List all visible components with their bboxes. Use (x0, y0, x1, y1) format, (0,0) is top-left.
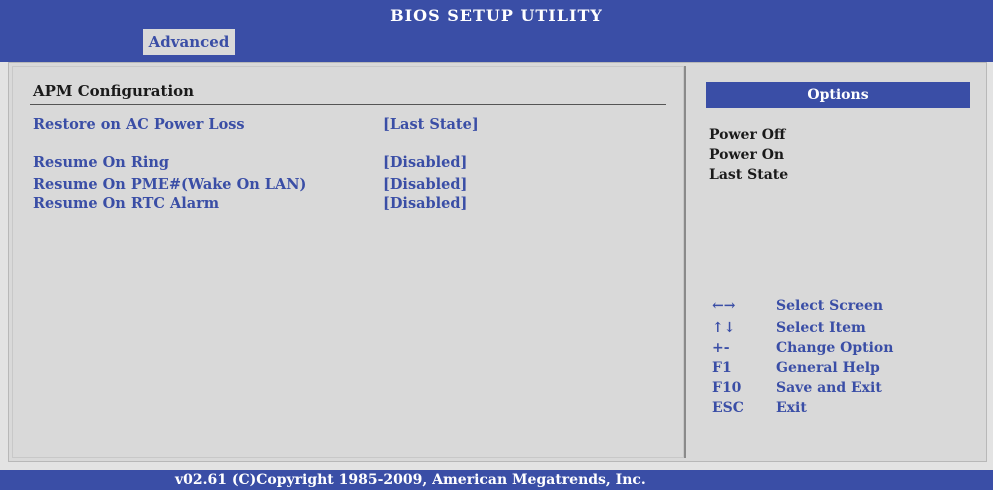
help-text: Change Option (776, 340, 894, 356)
setting-value[interactable]: [Last State] (383, 116, 479, 134)
setting-label: Resume On Ring (33, 154, 170, 171)
help-key: ESC (712, 400, 744, 416)
tab-advanced[interactable]: Advanced (143, 29, 235, 55)
section-title: APM Configuration (33, 82, 195, 100)
help-change-option: +- Change Option (712, 338, 893, 358)
setting-label: Resume On RTC Alarm (33, 195, 220, 212)
setting-restore-ac-power-loss[interactable]: Restore on AC Power Loss [Last State] (33, 116, 479, 134)
options-header: Options (706, 82, 970, 108)
setting-label: Restore on AC Power Loss (33, 116, 245, 133)
help-key: F1 (712, 360, 732, 376)
frame-gap (0, 462, 993, 470)
help-save-exit: F10 Save and Exit (712, 378, 882, 398)
help-text: Select Screen (776, 298, 884, 314)
help-text: Exit (776, 400, 807, 416)
setting-value[interactable]: [Disabled] (383, 154, 467, 172)
help-select-screen: ←→ Select Screen (712, 296, 883, 316)
help-text: Select Item (776, 320, 866, 336)
setting-resume-on-rtc-alarm[interactable]: Resume On RTC Alarm [Disabled] (33, 195, 467, 213)
help-text: General Help (776, 360, 880, 376)
setting-label: Resume On PME#(Wake On LAN) (33, 176, 307, 193)
bios-title: BIOS SETUP UTILITY (390, 6, 603, 25)
option-power-off[interactable]: Power Off (709, 126, 785, 144)
setting-value[interactable]: [Disabled] (383, 195, 467, 213)
setting-resume-on-ring[interactable]: Resume On Ring [Disabled] (33, 154, 467, 172)
setting-resume-on-pme[interactable]: Resume On PME#(Wake On LAN) [Disabled] (33, 176, 467, 194)
option-power-on[interactable]: Power On (709, 146, 784, 164)
up-down-arrows-icon: ↑↓ (712, 320, 736, 336)
title-bar: BIOS SETUP UTILITY Advanced (0, 0, 993, 62)
help-exit: ESC Exit (712, 398, 807, 418)
option-last-state[interactable]: Last State (709, 166, 788, 184)
left-right-arrows-icon: ←→ (712, 298, 736, 314)
setting-value[interactable]: [Disabled] (383, 176, 467, 194)
footer-copyright: v02.61 (C)Copyright 1985-2009, American … (0, 470, 993, 490)
help-select-item: ↑↓ Select Item (712, 318, 866, 338)
help-key: +- (712, 340, 730, 356)
section-divider (30, 104, 666, 105)
help-general-help: F1 General Help (712, 358, 880, 378)
help-key: F10 (712, 380, 742, 396)
help-text: Save and Exit (776, 380, 882, 396)
